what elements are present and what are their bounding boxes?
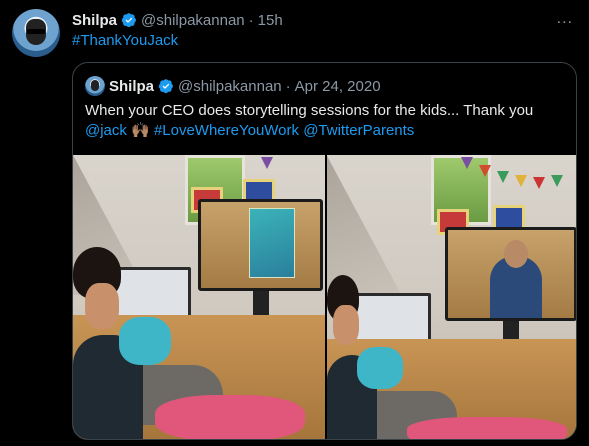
bunting-flag xyxy=(460,157,473,169)
bunting-flag xyxy=(532,177,545,189)
pillow xyxy=(406,417,567,439)
verified-badge-icon xyxy=(121,13,137,28)
more-options-icon[interactable]: ... xyxy=(557,10,573,28)
mention-twitterparents[interactable]: @TwitterParents xyxy=(303,122,414,139)
quoted-author-name[interactable]: Shilpa xyxy=(109,78,154,95)
author-handle[interactable]: @shilpakannan xyxy=(141,12,245,29)
child-face xyxy=(85,283,119,329)
quoted-header: Shilpa @shilpakannan · Apr 24, 2020 xyxy=(85,76,381,96)
monitor xyxy=(198,199,323,291)
hashtag-lovewhereyouwork[interactable]: #LoveWhereYouWork xyxy=(154,122,299,139)
quoted-tweet[interactable]: Shilpa @shilpakannan · Apr 24, 2020 When… xyxy=(72,62,577,440)
separator: · xyxy=(248,11,254,29)
tweet-header: Shilpa @shilpakannan · 15h xyxy=(72,10,573,30)
ceo-face xyxy=(503,240,528,268)
quoted-avatar[interactable] xyxy=(85,76,105,96)
bunting-flag xyxy=(514,175,527,187)
monitor-stand xyxy=(253,291,269,315)
separator: · xyxy=(285,77,291,95)
photo-1[interactable] xyxy=(73,155,325,439)
child-face xyxy=(332,305,359,345)
bunting-flag xyxy=(261,157,273,169)
tweet-time[interactable]: 15h xyxy=(258,12,283,29)
pillow xyxy=(155,395,305,439)
mention-jack[interactable]: @jack xyxy=(85,122,127,139)
quoted-text: When your CEO does storytelling sessions… xyxy=(85,101,565,141)
quoted-date[interactable]: Apr 24, 2020 xyxy=(295,78,381,95)
plush-toy xyxy=(119,317,171,365)
plush-toy xyxy=(356,347,403,389)
quoted-text-line1: When your CEO does storytelling sessions… xyxy=(85,102,534,119)
monitor xyxy=(444,227,576,321)
bunting-flag xyxy=(550,175,563,187)
photo-2[interactable] xyxy=(326,155,576,439)
quoted-handle[interactable]: @shilpakannan xyxy=(178,78,282,95)
author-name[interactable]: Shilpa xyxy=(72,12,117,29)
avatar-sunglasses xyxy=(27,29,45,34)
laptop xyxy=(113,267,191,319)
verified-badge-icon xyxy=(158,79,174,94)
raised-hands-emoji: 🙌🏽 xyxy=(131,122,150,139)
author-avatar[interactable] xyxy=(12,9,60,57)
hashtag-link[interactable]: #ThankYouJack xyxy=(72,32,178,49)
monitor-stand xyxy=(502,321,519,341)
storybook xyxy=(249,208,295,278)
media-grid xyxy=(73,155,576,439)
bunting-flag xyxy=(478,165,491,177)
bunting-flag xyxy=(496,171,509,183)
laptop xyxy=(352,293,431,343)
